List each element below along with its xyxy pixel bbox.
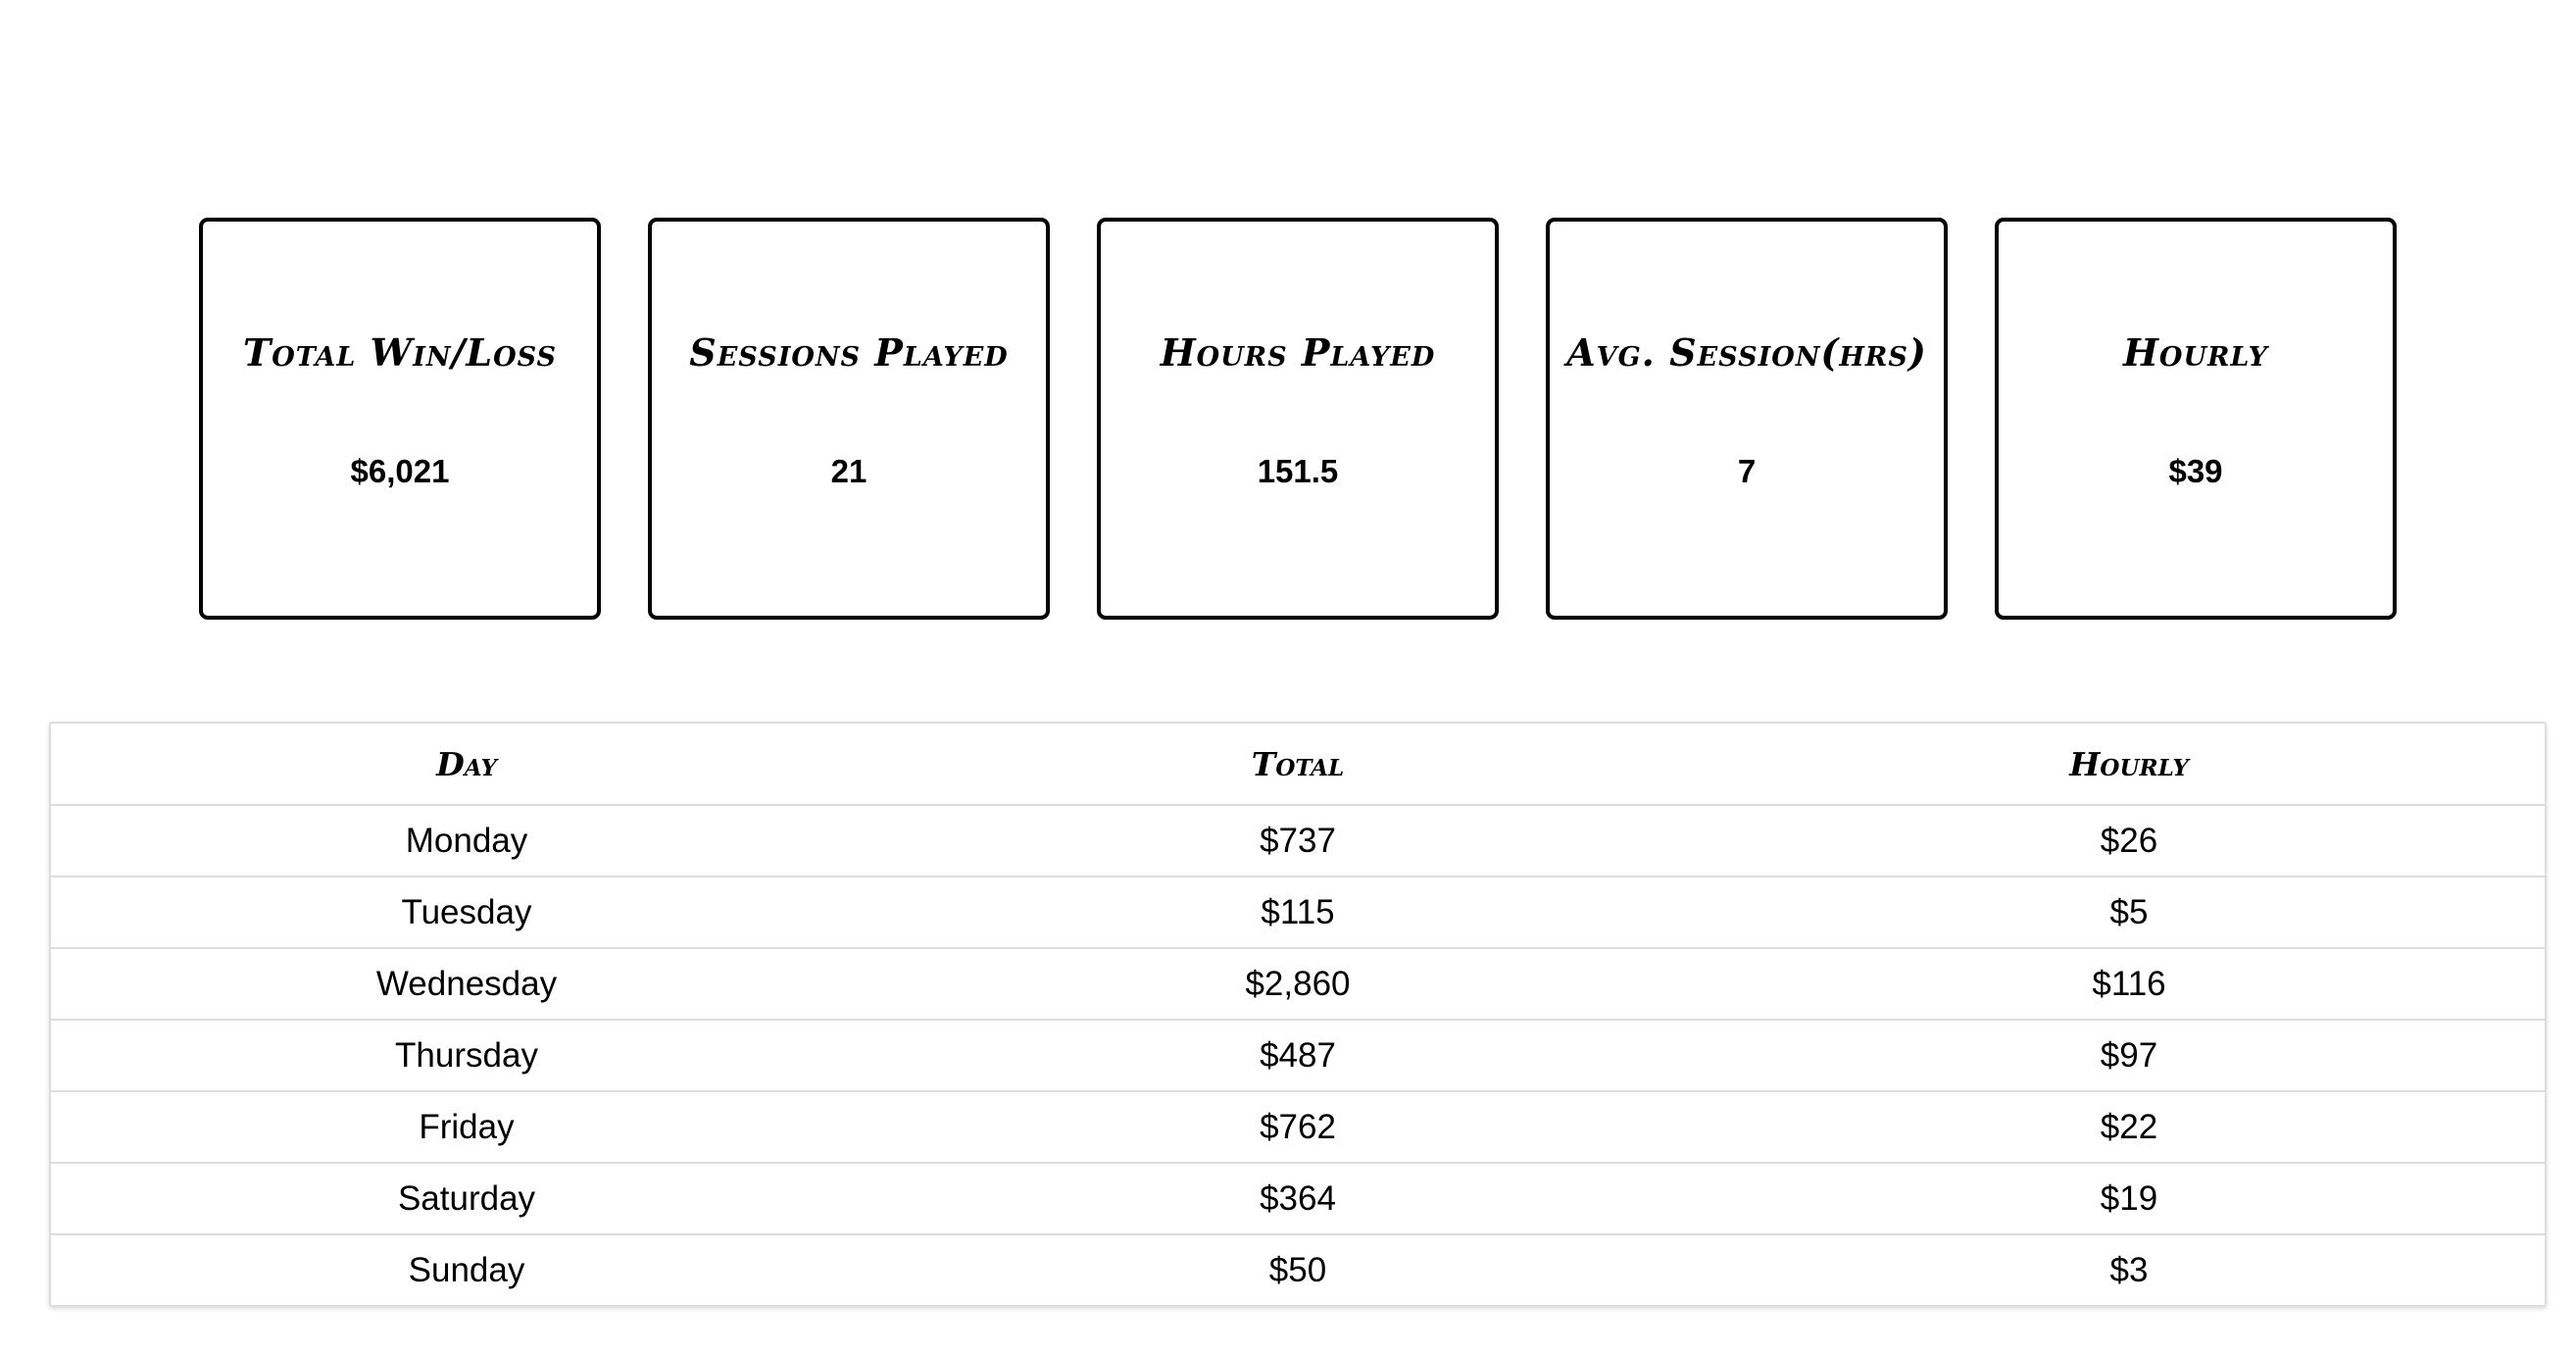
day-table: Day Total Hourly Monday $737 $26 Tuesday… <box>51 724 2545 1305</box>
column-header-total: Total <box>882 724 1713 806</box>
card-title: Hourly <box>2123 330 2268 375</box>
table-row: Saturday $364 $19 <box>51 1163 2545 1235</box>
card-title: Avg. Session(hrs) <box>1566 330 1927 375</box>
card-value: 151.5 <box>1257 453 1339 489</box>
card-title: Sessions Played <box>689 330 1009 375</box>
card-value: $6,021 <box>350 453 450 489</box>
table-row: Sunday $50 $3 <box>51 1234 2545 1305</box>
table-header-row: Day Total Hourly <box>51 724 2545 806</box>
day-cell: Friday <box>51 1091 882 1164</box>
day-breakdown-table: Day Total Hourly Monday $737 $26 Tuesday… <box>49 722 2547 1307</box>
card-value: $39 <box>2168 453 2223 489</box>
total-cell: $364 <box>882 1163 1713 1235</box>
column-header-hourly: Hourly <box>1713 724 2545 806</box>
hourly-cell: $5 <box>1713 877 2545 949</box>
day-cell: Wednesday <box>51 948 882 1021</box>
column-header-day: Day <box>51 724 882 806</box>
table-row: Monday $737 $26 <box>51 805 2545 877</box>
card-title: Total Win/Loss <box>242 330 558 375</box>
hourly-card: Hourly $39 <box>1995 218 2397 620</box>
card-title: Hours Played <box>1160 330 1436 375</box>
day-cell: Saturday <box>51 1163 882 1235</box>
total-win-loss-card: Total Win/Loss $6,021 <box>199 218 601 620</box>
day-cell: Sunday <box>408 1250 525 1289</box>
summary-cards: Total Win/Loss $6,021 Sessions Played 21… <box>199 218 2397 620</box>
total-cell: $737 <box>882 805 1713 877</box>
table-row: Tuesday $115 $5 <box>51 877 2545 949</box>
total-cell: $2,860 <box>882 948 1713 1021</box>
table-row: Wednesday $2,860 $116 <box>51 948 2545 1021</box>
day-cell: Thursday <box>51 1020 882 1092</box>
hours-played-card: Hours Played 151.5 <box>1097 218 1499 620</box>
total-cell: $762 <box>882 1091 1713 1164</box>
hourly-cell: $22 <box>1713 1091 2545 1164</box>
sessions-played-card: Sessions Played 21 <box>648 218 1050 620</box>
table-row: Thursday $487 $97 <box>51 1020 2545 1092</box>
day-cell: Tuesday <box>51 877 882 949</box>
hourly-cell: $26 <box>1713 805 2545 877</box>
hourly-cell: $19 <box>1713 1163 2545 1235</box>
card-value: 21 <box>830 453 867 489</box>
day-cell: Monday <box>51 805 882 877</box>
hourly-cell: $116 <box>1713 948 2545 1021</box>
hourly-cell: $97 <box>1713 1020 2545 1092</box>
total-cell: $50 <box>1268 1250 1327 1289</box>
hourly-cell: $3 <box>2109 1250 2149 1289</box>
total-cell: $487 <box>882 1020 1713 1092</box>
total-cell: $115 <box>882 877 1713 949</box>
avg-session-card: Avg. Session(hrs) 7 <box>1546 218 1948 620</box>
card-value: 7 <box>1737 453 1757 489</box>
table-row: Friday $762 $22 <box>51 1091 2545 1164</box>
